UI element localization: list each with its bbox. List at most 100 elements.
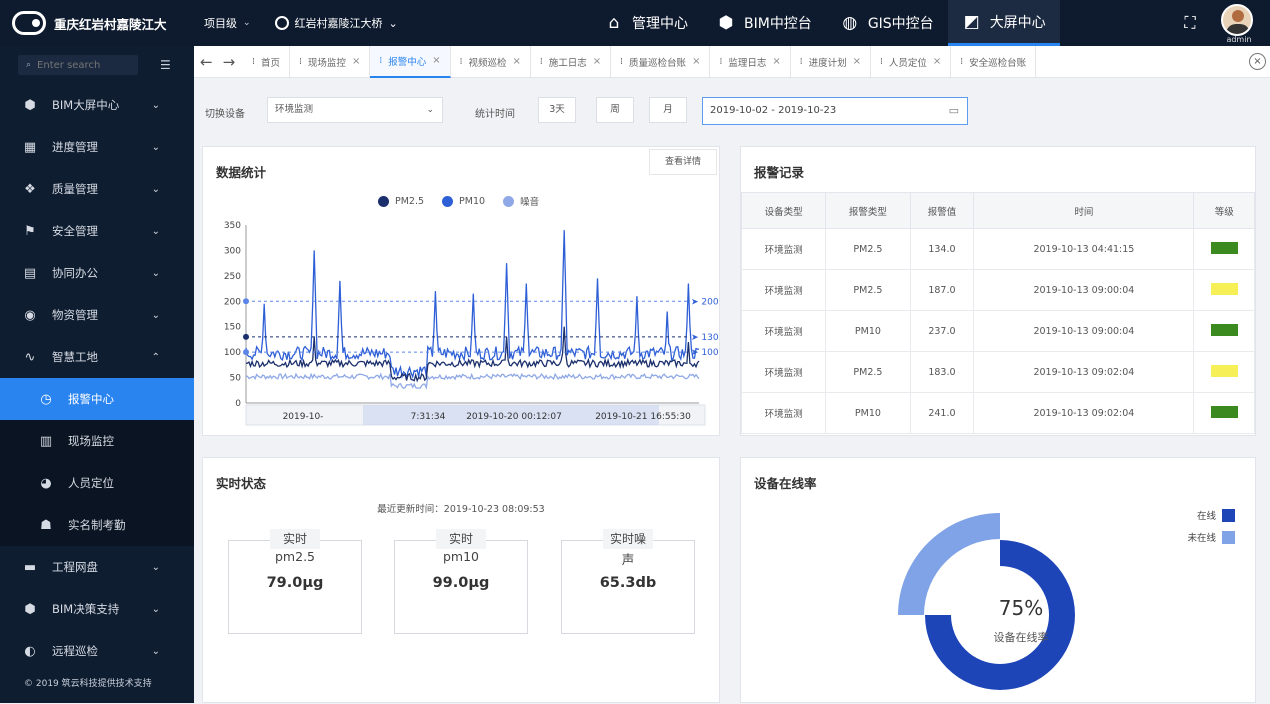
- tab-home[interactable]: ⁞ 首页: [243, 45, 291, 78]
- collapse-menu-icon[interactable]: ☰: [160, 58, 171, 72]
- tab-video-inspection[interactable]: ⁞ 视频巡检 ×: [451, 45, 531, 78]
- view-details-button[interactable]: 查看详情: [649, 149, 717, 175]
- cube-icon: ⬢: [24, 97, 36, 113]
- smart-site-submenu: ◷ 报警中心 ▥ 现场监控 ◕ 人员定位 ☗ 实名制考勤: [0, 378, 194, 546]
- app-logo[interactable]: 重庆红岩村嘉陵江大: [0, 0, 194, 46]
- table-row[interactable]: 环境监测 PM2.5 187.0 2019-10-13 09:00:04: [741, 269, 1255, 311]
- sidebar-item-quality[interactable]: ❖ 质量管理 ⌄: [0, 168, 194, 210]
- app-title: 重庆红岩村嘉陵江大: [54, 16, 167, 32]
- nav-big-screen[interactable]: ◩ 大屏中心: [947, 0, 1060, 46]
- level-swatch: [1210, 282, 1238, 295]
- chevron-down-icon: ⌄: [151, 267, 160, 279]
- date-range-picker[interactable]: 2019-10-02 - 2019-10-23 ▭: [702, 97, 968, 125]
- legend-item-noise[interactable]: 噪音: [503, 194, 539, 208]
- close-icon[interactable]: ×: [933, 56, 941, 67]
- sidebar-item-label: 实名制考勤: [68, 518, 126, 532]
- nav-gis-console[interactable]: ◍ GIS中控台: [826, 0, 948, 46]
- sidebar-item-materials[interactable]: ◉ 物资管理 ⌄: [0, 294, 194, 336]
- sidebar-item-alarm-center[interactable]: ◷ 报警中心: [0, 378, 194, 420]
- table-row[interactable]: 环境监测 PM10 241.0 2019-10-13 09:02:04: [741, 392, 1255, 434]
- sidebar-item-smart-site[interactable]: ∿ 智慧工地 ⌃: [0, 336, 194, 378]
- chevron-down-icon: ⌄: [151, 309, 160, 321]
- arrow-left-icon[interactable]: ←: [200, 53, 213, 71]
- sidebar-item-bim-decision[interactable]: ⬢ BIM决策支持 ⌄: [0, 588, 194, 630]
- main-nav: ⌂ 管理中心 ⬢ BIM中控台 ◍ GIS中控台 ◩ 大屏中心: [590, 0, 1060, 46]
- close-icon[interactable]: ×: [513, 56, 521, 67]
- stat-box-noise: 实时噪 声 65.3db: [561, 529, 695, 634]
- close-icon[interactable]: ×: [772, 56, 780, 67]
- avatar[interactable]: [1221, 4, 1253, 36]
- y-tick-label: 200: [224, 297, 241, 307]
- x-tick-label: 2019-10-: [283, 412, 324, 422]
- tab-icon: ⁞: [459, 56, 463, 67]
- device-select[interactable]: 环境监测 ⌄: [267, 97, 443, 123]
- sidebar-item-attendance[interactable]: ☗ 实名制考勤: [0, 504, 194, 546]
- online-rate-label: 设备在线率: [993, 631, 1049, 644]
- project-select-dropdown[interactable]: 红岩村嘉陵江大桥 ⌄: [274, 15, 398, 31]
- nav-management-center[interactable]: ⌂ 管理中心: [590, 0, 702, 46]
- sidebar-item-cloud-disk[interactable]: ▬ 工程网盘 ⌄: [0, 546, 194, 588]
- tab-quality-ledger[interactable]: ⁞ 质量巡检台账 ×: [611, 45, 711, 78]
- y-tick-label: 150: [224, 323, 241, 333]
- panel-title: 报警记录: [754, 165, 805, 180]
- tab-personnel-location[interactable]: ⁞ 人员定位 ×: [871, 45, 952, 78]
- legend-item-pm10[interactable]: PM10: [442, 194, 485, 208]
- range-week-button[interactable]: 周: [596, 97, 634, 123]
- cube-icon: ⬢: [24, 601, 36, 617]
- close-icon[interactable]: ×: [352, 56, 360, 67]
- fullscreen-icon[interactable]: ⛶: [1181, 13, 1199, 32]
- range-3day-button[interactable]: 3天: [538, 97, 576, 123]
- cell-level: [1193, 228, 1255, 270]
- tab-schedule[interactable]: ⁞ 进度计划 ×: [791, 45, 872, 78]
- y-tick-label: 100: [224, 348, 241, 358]
- globe-icon: ◍: [842, 13, 858, 33]
- stat-caption: 实时: [270, 529, 320, 549]
- cell-type: PM2.5: [825, 228, 911, 270]
- tab-site-monitor[interactable]: ⁞ 现场监控 ×: [290, 45, 371, 78]
- user-name: admin: [1226, 35, 1252, 44]
- cell-time: 2019-10-13 09:00:04: [973, 310, 1195, 352]
- sidebar-item-progress[interactable]: ▦ 进度管理 ⌄: [0, 126, 194, 168]
- online-rate-value: 75%: [998, 596, 1044, 620]
- x-tick-label: 2019-10-20 00:12:07: [466, 412, 562, 422]
- table-row[interactable]: 环境监测 PM2.5 183.0 2019-10-13 09:02:04: [741, 351, 1255, 393]
- sidebar-item-office[interactable]: ▤ 协同办公 ⌄: [0, 252, 194, 294]
- range-month-button[interactable]: 月: [649, 97, 687, 123]
- alarm-icon: ◷: [40, 391, 52, 407]
- sidebar-item-site-monitor[interactable]: ▥ 现场监控: [0, 420, 194, 462]
- chevron-down-icon: ⌄: [151, 225, 160, 237]
- stat-box-pm25: 实时 pm2.5 79.0μg: [228, 529, 362, 634]
- tab-construction-log[interactable]: ⁞ 施工日志 ×: [531, 45, 612, 78]
- column-header: 报警值: [909, 192, 975, 229]
- sidebar-item-bim-screen[interactable]: ⬢ BIM大屏中心 ⌄: [0, 84, 194, 126]
- search-box[interactable]: ⌕: [18, 55, 138, 75]
- tab-icon: ⁞: [299, 56, 302, 67]
- tab-icon: ⁞: [799, 56, 803, 67]
- arrow-right-icon[interactable]: →: [223, 53, 236, 71]
- building-icon: ▥: [39, 433, 53, 449]
- close-icon[interactable]: ×: [593, 56, 601, 67]
- sidebar-item-personnel-location[interactable]: ◕ 人员定位: [0, 462, 194, 504]
- project-level-dropdown[interactable]: 项目级 ⌄: [204, 15, 251, 31]
- tab-supervision-log[interactable]: ⁞ 监理日志 ×: [710, 45, 791, 78]
- close-all-tabs-icon[interactable]: ×: [1249, 53, 1266, 70]
- x-tick-label: 7:31:34: [411, 412, 446, 422]
- table-row[interactable]: 环境监测 PM2.5 134.0 2019-10-13 04:41:15: [741, 228, 1255, 270]
- legend-item-pm25[interactable]: PM2.5: [378, 194, 424, 208]
- tab-alarm-center[interactable]: ⁞ 报警中心 ×: [370, 45, 451, 78]
- nav-bim-console[interactable]: ⬢ BIM中控台: [702, 0, 826, 46]
- sidebar-item-safety[interactable]: ⚑ 安全管理 ⌄: [0, 210, 194, 252]
- search-input[interactable]: [37, 59, 128, 71]
- line-chart: 0 50 100 150 200 250 300 350 ➤ 200 ➤ 130 ➤ 100 2019…: [224, 221, 719, 426]
- close-icon[interactable]: ×: [692, 56, 700, 67]
- project-name: 红岩村嘉陵江大桥: [294, 17, 383, 30]
- table-row[interactable]: 环境监测 PM10 237.0 2019-10-13 09:00:04: [741, 310, 1255, 352]
- series-line-noise: [245, 372, 700, 391]
- sidebar-item-remote-inspection[interactable]: ◐ 远程巡检 ⌄: [0, 630, 194, 672]
- online-donut-chart: [898, 513, 1075, 690]
- close-icon[interactable]: ×: [432, 55, 440, 66]
- close-icon[interactable]: ×: [853, 56, 861, 67]
- y-tick-label: 300: [224, 246, 241, 256]
- tab-safety-ledger[interactable]: ⁞ 安全巡检台账: [951, 45, 1037, 78]
- tab-icon: ⁞: [252, 56, 256, 67]
